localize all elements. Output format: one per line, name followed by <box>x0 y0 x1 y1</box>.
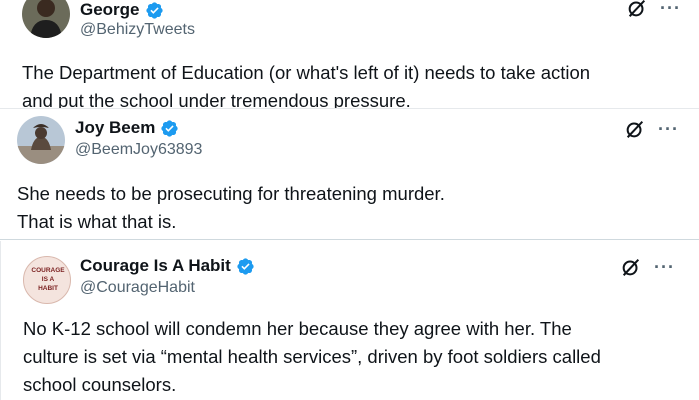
avatar-logo-text: HABIT <box>38 285 58 292</box>
tweet-text-line: No K-12 school will condemn her because … <box>23 318 572 339</box>
verified-badge-icon <box>161 119 178 137</box>
author-name-row: Courage Is A Habit <box>80 256 255 276</box>
avatar-logo-text: IS A <box>42 276 55 283</box>
more-options-icon[interactable]: ··· <box>658 120 679 138</box>
author-handle[interactable]: @BeemJoy63893 <box>75 141 202 159</box>
author-name[interactable]: Courage Is A Habit <box>80 256 231 276</box>
tweet-text: She needs to be prosecuting for threaten… <box>17 180 445 236</box>
tweet-text: The Department of Education (or what's l… <box>22 59 590 115</box>
tweet-text-line: She needs to be prosecuting for threaten… <box>17 183 445 204</box>
author-name[interactable]: George <box>80 0 140 20</box>
more-options-icon[interactable]: ··· <box>660 0 681 17</box>
avatar[interactable]: COURAGE IS A HABIT <box>23 256 71 304</box>
avatar[interactable] <box>17 116 65 164</box>
author-name[interactable]: Joy Beem <box>75 118 155 138</box>
tweet-text-line: The Department of Education (or what's l… <box>22 62 591 83</box>
tweet[interactable]: George @BehizyTweets ··· The Department … <box>0 0 699 111</box>
avatar[interactable] <box>22 0 70 38</box>
tweet-actions: ··· <box>624 118 679 140</box>
tweet-text-line: school counselors. <box>23 374 177 395</box>
more-options-icon[interactable]: ··· <box>654 258 675 276</box>
grok-icon[interactable] <box>626 0 648 19</box>
tweet-actions: ··· <box>620 256 675 278</box>
tweet-actions: ··· <box>626 0 681 19</box>
author-name-row: George <box>80 0 164 20</box>
verified-badge-icon <box>237 257 254 275</box>
grok-icon[interactable] <box>620 256 642 278</box>
verified-badge-icon <box>145 1 163 19</box>
tweet[interactable]: Joy Beem @BeemJoy63893 ··· She needs to … <box>0 108 699 240</box>
author-handle[interactable]: @BehizyTweets <box>80 21 195 39</box>
tweet-text: No K-12 school will condemn her because … <box>23 315 601 399</box>
grok-icon[interactable] <box>624 118 646 140</box>
tweet-text-line: That is what that is. <box>17 211 177 232</box>
reply-feed: George @BehizyTweets ··· The Department … <box>0 0 699 400</box>
tweet-text-line: culture is set via “mental health servic… <box>23 346 601 367</box>
author-handle[interactable]: @CourageHabit <box>80 279 195 297</box>
avatar-logo-text: COURAGE <box>31 267 65 274</box>
author-name-row: Joy Beem <box>75 118 179 138</box>
tweet[interactable]: COURAGE IS A HABIT Courage Is A Habit @C… <box>0 241 699 400</box>
